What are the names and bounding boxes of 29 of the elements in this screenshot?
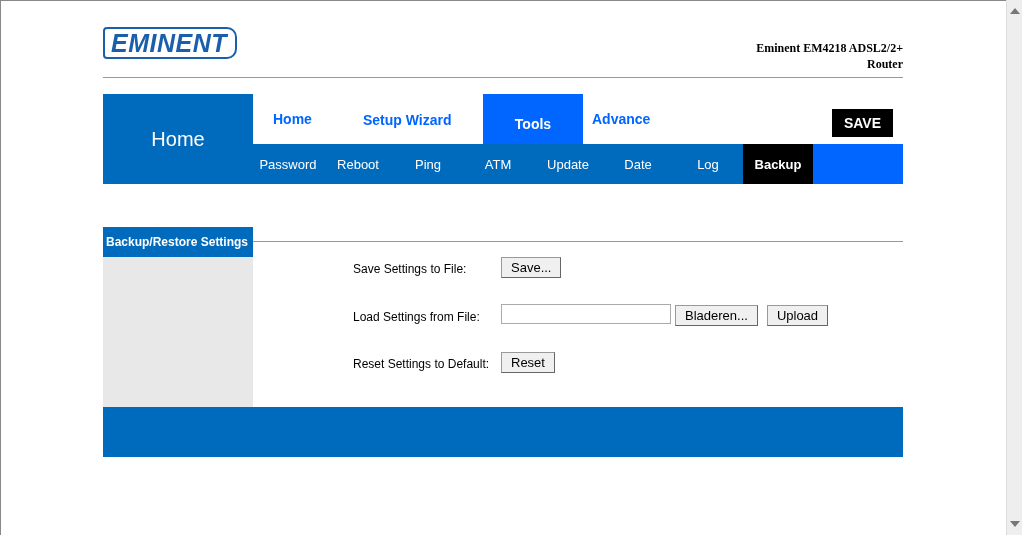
section-title: Home (103, 94, 253, 184)
sub-tab[interactable]: Password (253, 144, 323, 184)
nav-tab[interactable]: Tools (483, 94, 583, 144)
product-title: Router (867, 56, 903, 72)
sub-tab[interactable]: ATM (463, 144, 533, 184)
setting-label: Save Settings to File: (353, 262, 468, 276)
form-button[interactable]: Upload (766, 305, 829, 326)
sub-tab[interactable]: Ping (393, 144, 463, 184)
form-button[interactable]: Reset (501, 352, 555, 373)
nav-tab[interactable]: Home (253, 94, 363, 144)
form-button[interactable]: Save... (501, 257, 562, 278)
sub-tab[interactable]: Log (673, 144, 743, 184)
sidebar-title: Backup/Restore Settings (103, 227, 253, 257)
save-button[interactable]: SAVE (832, 109, 893, 137)
product-title: Eminent EM4218 ADSL2/2+ (756, 40, 903, 56)
sub-tab[interactable]: Backup (743, 144, 813, 184)
scrollbar[interactable] (1006, 0, 1022, 535)
sub-tab[interactable]: Reboot (323, 144, 393, 184)
file-path-field[interactable] (501, 304, 671, 324)
sub-tab[interactable]: Update (533, 144, 603, 184)
nav-tab[interactable]: Setup Wizard (363, 94, 483, 144)
logo: EMINENT (103, 27, 237, 59)
setting-label: Reset Settings to Default: (353, 357, 491, 371)
sub-tab[interactable]: Date (603, 144, 673, 184)
scroll-up-icon[interactable] (1009, 8, 1020, 14)
setting-label: Load Settings from File: (353, 310, 481, 324)
form-button[interactable]: Bladeren... (675, 305, 758, 326)
scroll-down-icon[interactable] (1009, 521, 1020, 527)
nav-tab[interactable]: Advance (583, 94, 673, 144)
